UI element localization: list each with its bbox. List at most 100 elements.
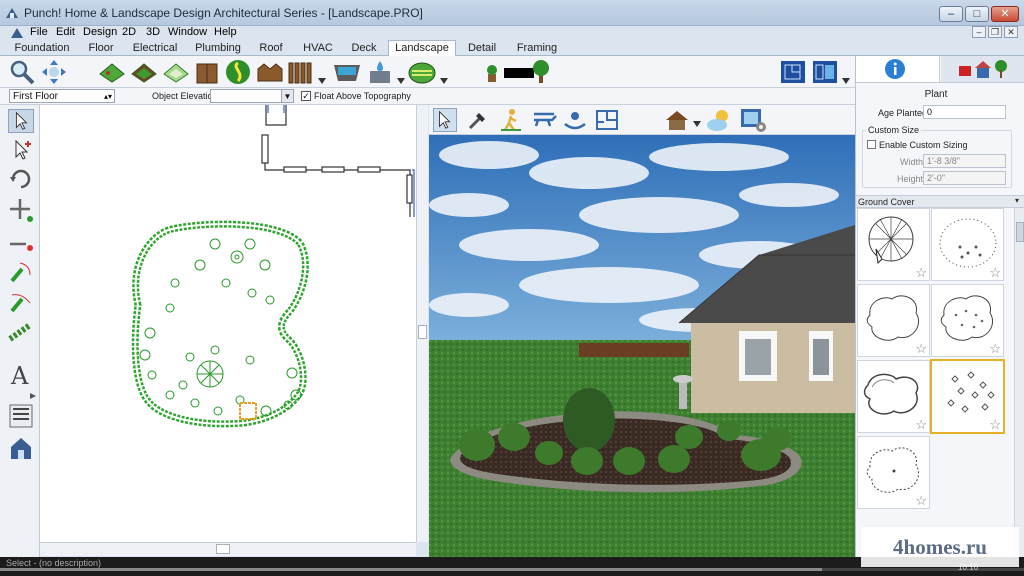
mdi-minimize-button[interactable]: –: [972, 26, 986, 38]
rotate-icon[interactable]: [8, 167, 34, 191]
favorite-star-icon[interactable]: ☆: [915, 494, 927, 507]
tree-growth-icon[interactable]: [532, 59, 550, 85]
maximize-button[interactable]: □: [965, 6, 989, 22]
library-scroll-thumb[interactable]: [1016, 222, 1024, 242]
menu-file[interactable]: File: [30, 26, 48, 38]
menu-help[interactable]: Help: [214, 26, 237, 38]
orbit-icon[interactable]: [563, 108, 587, 132]
walkthrough-icon[interactable]: [499, 108, 523, 132]
library-item[interactable]: ☆: [857, 284, 930, 357]
category-select[interactable]: Ground Cover ▾: [856, 195, 1024, 208]
tab-foundation[interactable]: Foundation: [10, 41, 74, 56]
menu-3d[interactable]: 3D: [146, 26, 160, 38]
library-item[interactable]: ☆: [857, 360, 930, 433]
object-elevation-input[interactable]: ▼: [210, 89, 294, 103]
tab-detail[interactable]: Detail: [462, 41, 502, 56]
tab-floor[interactable]: Floor: [84, 41, 118, 56]
favorite-star-icon[interactable]: ☆: [989, 342, 1001, 355]
text-tool-icon[interactable]: A: [8, 361, 34, 387]
library-item[interactable]: ☆: [931, 208, 1004, 281]
dropdown-arrow-icon[interactable]: [397, 78, 405, 84]
tab-roof[interactable]: Roof: [254, 41, 288, 56]
favorite-star-icon[interactable]: ☆: [989, 418, 1001, 431]
growth-slider[interactable]: [504, 68, 534, 78]
path-tool-icon[interactable]: [162, 60, 190, 84]
remove-point-icon[interactable]: [8, 233, 34, 255]
shed-tool-icon[interactable]: [194, 59, 220, 85]
split-view-icon[interactable]: [812, 60, 838, 84]
plant-tool-icon[interactable]: [225, 59, 251, 85]
fly-around-icon[interactable]: [530, 108, 558, 132]
app-menu-icon[interactable]: [10, 26, 24, 39]
menu-edit[interactable]: Edit: [56, 26, 75, 38]
tab-library[interactable]: [941, 56, 1024, 82]
menu-design[interactable]: Design: [83, 26, 117, 38]
expand-arrow-icon[interactable]: [30, 393, 36, 399]
house-view-icon[interactable]: [664, 108, 690, 132]
tab-framing[interactable]: Framing: [510, 41, 564, 56]
pool-tool-icon[interactable]: [332, 59, 362, 85]
favorite-star-icon[interactable]: ☆: [989, 266, 1001, 279]
garden-bed-tool-icon[interactable]: [130, 60, 158, 84]
multi-select-icon[interactable]: [8, 138, 34, 162]
close-button[interactable]: ✕: [991, 6, 1019, 22]
gate-tool-icon[interactable]: [287, 59, 315, 85]
curve-tool-icon[interactable]: [8, 291, 34, 315]
floor-select[interactable]: First Floor ▴▾: [9, 89, 115, 103]
library-browser-icon[interactable]: [8, 403, 34, 429]
selected-plant-marker[interactable]: [239, 402, 257, 420]
menu-window[interactable]: Window: [168, 26, 207, 38]
tab-hvac[interactable]: HVAC: [298, 41, 338, 56]
home-view-icon[interactable]: [8, 435, 34, 461]
menu-2d[interactable]: 2D: [122, 26, 136, 38]
3d-select-icon[interactable]: [433, 108, 457, 132]
hedge-tool-icon[interactable]: [8, 321, 34, 343]
minimize-button[interactable]: –: [939, 6, 963, 22]
select-arrow-icon[interactable]: [8, 109, 34, 133]
float-topography-checkbox[interactable]: ✓: [301, 91, 311, 101]
tab-landscape[interactable]: Landscape: [388, 40, 456, 57]
mdi-restore-button[interactable]: ❐: [988, 26, 1002, 38]
library-scrollbar[interactable]: [1014, 208, 1024, 558]
tab-plumbing[interactable]: Plumbing: [192, 41, 244, 56]
water-feature-tool-icon[interactable]: [366, 59, 394, 85]
zoom-icon[interactable]: [8, 59, 36, 85]
library-item[interactable]: ☆: [931, 284, 1004, 357]
age-planted-input[interactable]: 0: [923, 105, 1006, 119]
plan-vertical-scrollbar[interactable]: [416, 105, 428, 542]
library-item-selected[interactable]: ☆: [930, 359, 1005, 434]
pan-icon[interactable]: [40, 59, 68, 85]
tab-electrical[interactable]: Electrical: [128, 41, 182, 56]
favorite-star-icon[interactable]: ☆: [915, 266, 927, 279]
plan-drawing[interactable]: [40, 105, 416, 542]
height-input[interactable]: 2'-0": [923, 171, 1006, 185]
enable-custom-sizing-checkbox[interactable]: [867, 140, 876, 149]
floorplan-camera-icon[interactable]: [594, 108, 620, 132]
plan-view-icon[interactable]: [780, 60, 806, 84]
view-3d-render[interactable]: [429, 135, 855, 557]
dropdown-arrow-icon[interactable]: [318, 78, 326, 84]
dropdown-arrow-icon[interactable]: [693, 121, 701, 127]
tab-info[interactable]: [856, 56, 940, 82]
plant-growth-icon[interactable]: [482, 60, 502, 84]
plan-horizontal-scrollbar[interactable]: [40, 542, 416, 556]
favorite-star-icon[interactable]: ☆: [915, 418, 927, 431]
plan-horizontal-scroll-thumb[interactable]: [216, 544, 230, 554]
render-settings-icon[interactable]: [739, 107, 767, 133]
width-input[interactable]: 1'-8 3/8": [923, 154, 1006, 168]
arc-tool-icon[interactable]: [8, 261, 34, 285]
mdi-close-button[interactable]: ✕: [1004, 26, 1018, 38]
dropdown-arrow-icon[interactable]: [440, 78, 448, 84]
fence-tool-icon[interactable]: [256, 59, 284, 85]
terrain-tool-icon[interactable]: [98, 60, 126, 84]
favorite-star-icon[interactable]: ☆: [915, 342, 927, 355]
library-item[interactable]: ☆: [857, 208, 930, 281]
eyedropper-icon[interactable]: [466, 108, 490, 132]
library-item[interactable]: ☆: [857, 436, 930, 509]
mulch-tool-icon[interactable]: [407, 59, 437, 85]
plan-view-2d[interactable]: [40, 105, 416, 542]
weather-icon[interactable]: [705, 107, 733, 133]
dropdown-arrow-icon[interactable]: [842, 78, 850, 84]
plan-vertical-scroll-thumb[interactable]: [418, 325, 427, 339]
tab-deck[interactable]: Deck: [345, 41, 383, 56]
